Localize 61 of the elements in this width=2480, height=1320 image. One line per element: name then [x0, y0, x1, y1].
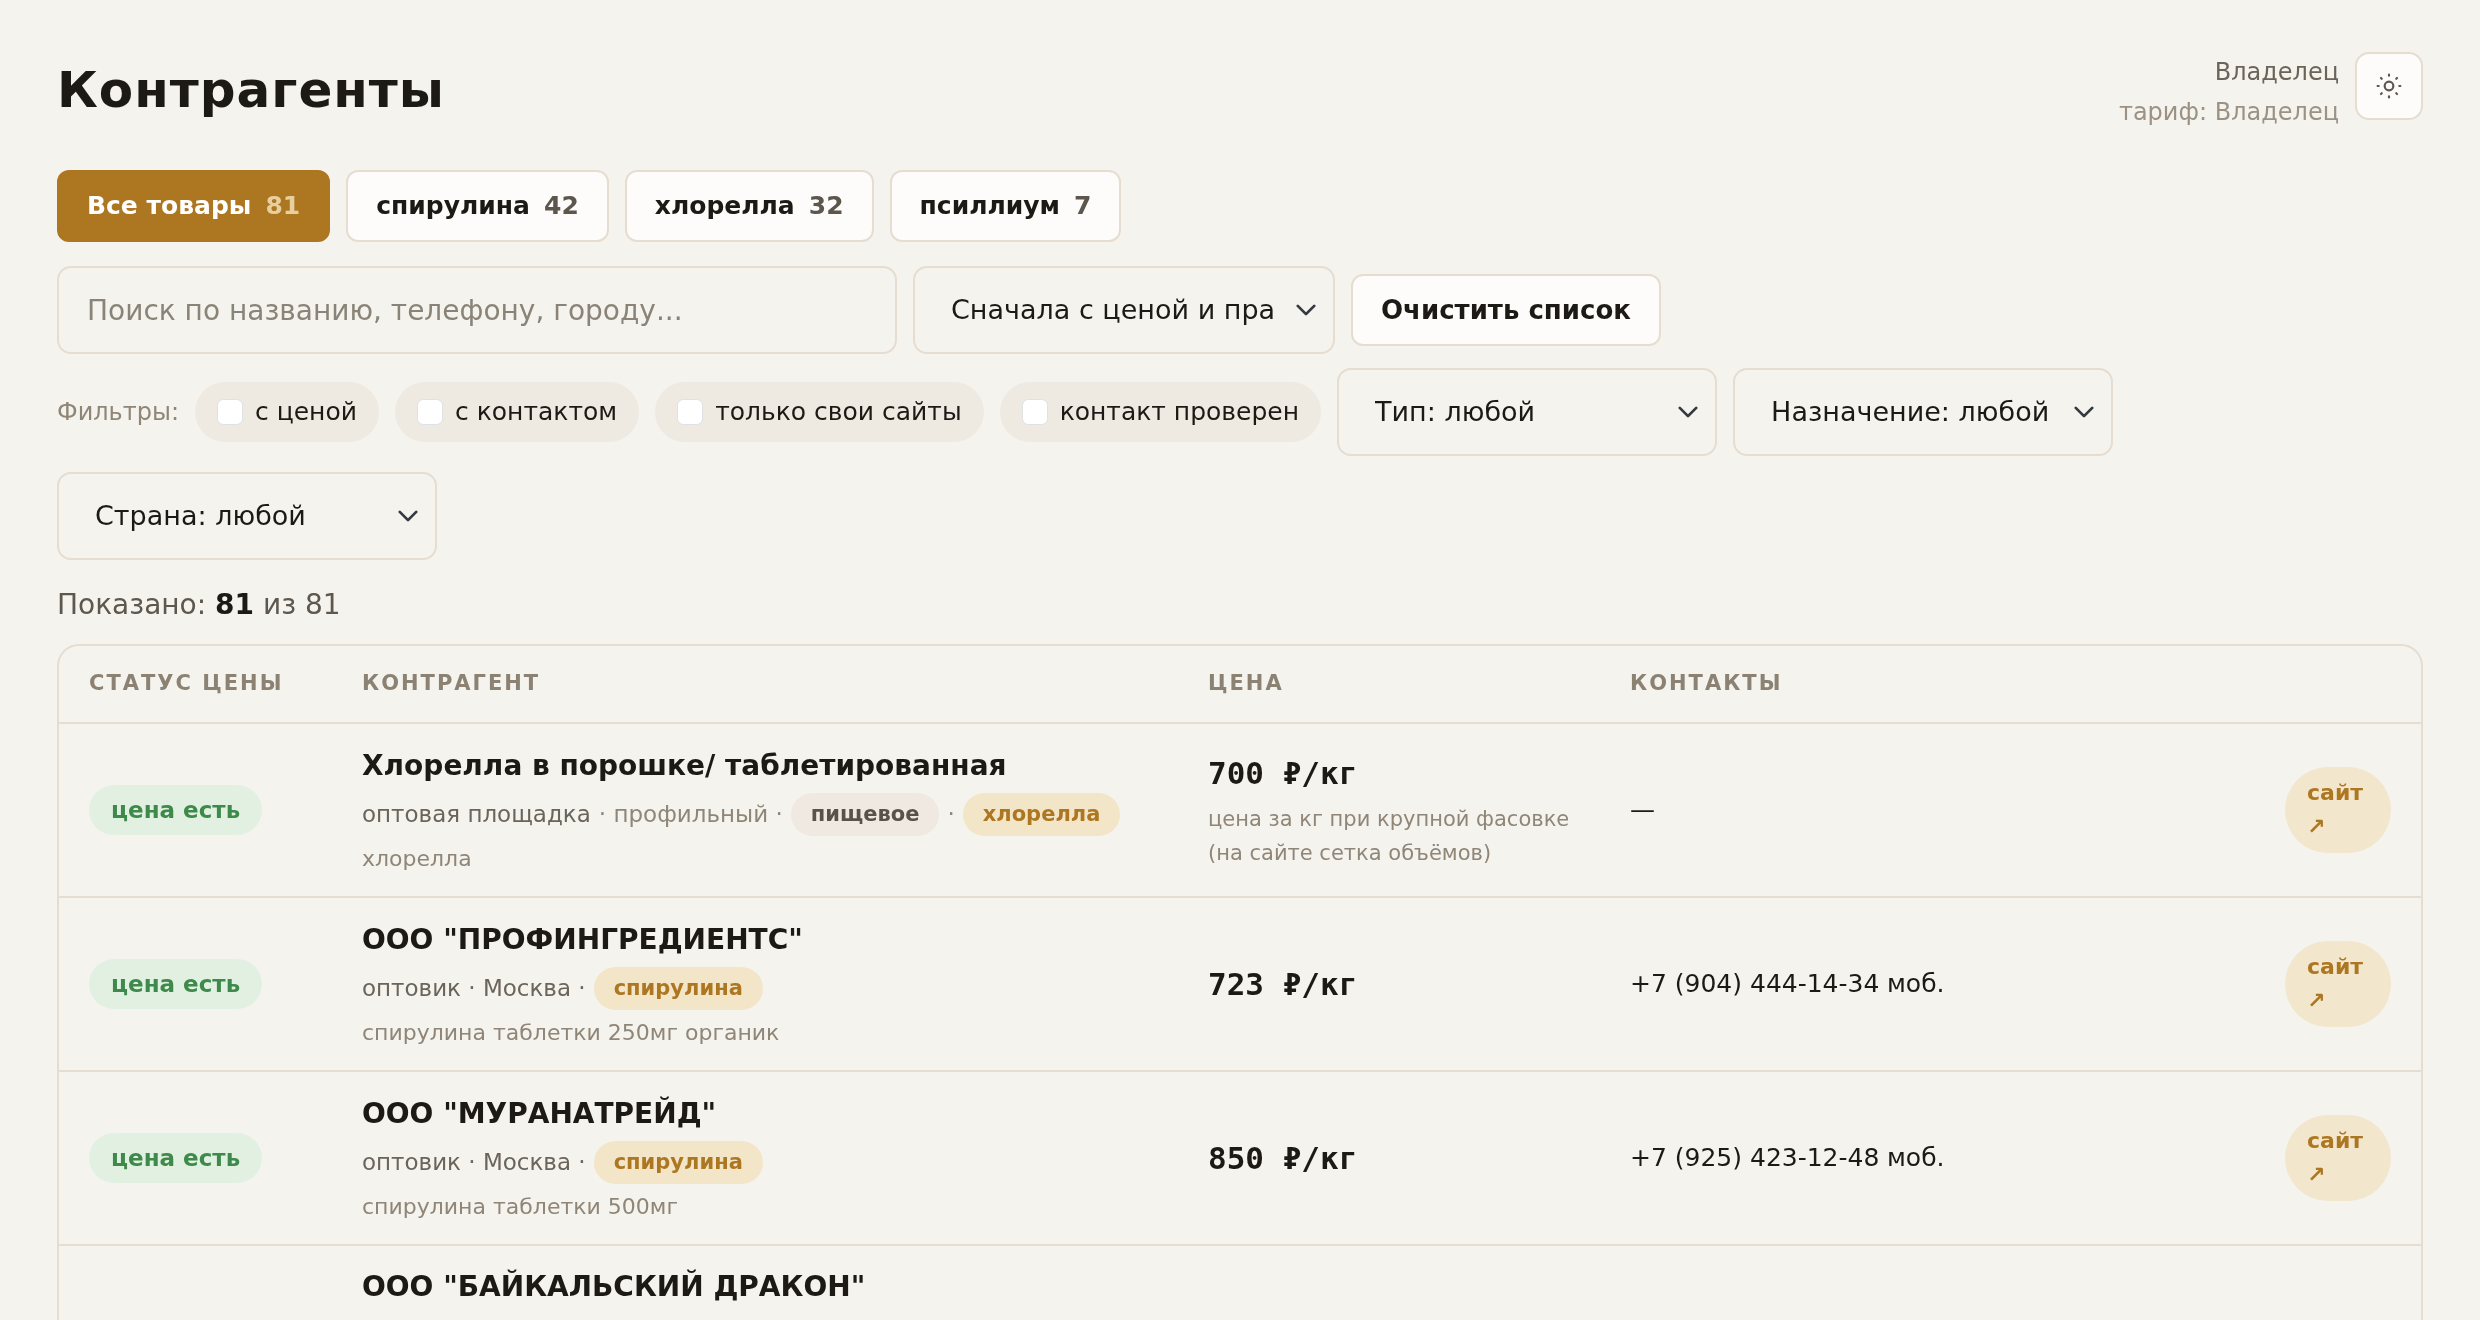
product-note: спирулина таблетки 500мг	[362, 1193, 679, 1222]
price-status-badge: цена есть	[89, 1132, 263, 1184]
filter-chip[interactable]: контакт проверен	[999, 382, 1322, 442]
filter-label: контакт проверен	[1059, 396, 1300, 429]
price-value: 723 ₽/кг	[1208, 964, 1359, 1004]
price-status-badge: цена есть	[89, 784, 263, 836]
meta-text: оптовик · Москва ·	[362, 974, 586, 1004]
column-header: КОНТАКТЫ	[1630, 670, 1784, 698]
product-tag: хлорелла	[962, 792, 1121, 837]
category-tab[interactable]: спирулина 42	[346, 170, 609, 242]
theme-toggle-button[interactable]	[2355, 52, 2423, 120]
product-note: хлорелла	[362, 845, 473, 874]
filter-select[interactable]: Назначение: любой	[1733, 368, 2114, 456]
filter-chip[interactable]: с контактом	[395, 382, 640, 442]
clear-list-button[interactable]: Очистить список	[1351, 274, 1661, 346]
checkbox[interactable]	[417, 399, 443, 425]
category-tab[interactable]: Все товары 81	[57, 170, 331, 242]
phone-number: +7 (925) 423-12-48	[1630, 1143, 1880, 1173]
filters-label: Фильтры:	[57, 397, 179, 428]
counterparty-name: ООО "МУРАНАТРЕЙД"	[362, 1095, 718, 1132]
page-title: Контрагенты	[57, 60, 446, 120]
product-note: спирулина таблетки 250мг органик	[362, 1019, 781, 1048]
column-header: КОНТРАГЕНТ	[362, 670, 542, 698]
product-tag: спирулина	[593, 966, 763, 1011]
filter-chip[interactable]: с ценой	[195, 382, 379, 442]
price-value: 850 ₽/кг	[1208, 1138, 1359, 1178]
shown-count: Показано: 81 из 81	[57, 587, 342, 623]
counterparty-name: ООО "ПРОФИНГРЕДИЕНТС"	[362, 921, 804, 958]
product-tag: пищевое	[790, 792, 940, 837]
phone-number: —	[1630, 795, 1655, 825]
price-status-badge: цена есть	[89, 958, 263, 1010]
meta-text: ·	[947, 800, 955, 830]
filter-label: только свои сайты	[715, 396, 962, 429]
checkbox[interactable]	[1021, 399, 1048, 425]
filter-label: с контактом	[455, 396, 618, 429]
phone-type: моб.	[1887, 1143, 1945, 1173]
filter-select[interactable]: Тип: любой	[1337, 368, 1718, 456]
search-field[interactable]: Поиск по названию, телефону, городу...	[57, 266, 897, 354]
phone-type: моб.	[1887, 969, 1945, 999]
filter-label: с ценой	[255, 396, 357, 429]
user-name: Владелец	[2213, 57, 2339, 88]
filter-chip[interactable]: только свои сайты	[655, 382, 984, 442]
column-header: ЦЕНА	[1208, 670, 1285, 698]
meta-text: оптовик · Москва ·	[362, 1148, 586, 1178]
category-tab[interactable]: псиллиум 7	[889, 170, 1122, 242]
counterparty-name: ООО "БАЙКАЛЬСКИЙ ДРАКОН"	[362, 1268, 867, 1305]
meta-text: оптовая площадка	[362, 800, 591, 830]
checkbox[interactable]	[217, 399, 243, 425]
sort-select[interactable]: Сначала с ценой и пра	[913, 266, 1335, 354]
plan-label: тариф: Владелец	[2118, 97, 2339, 128]
column-header: СТАТУС ЦЕНЫ	[89, 670, 285, 698]
checkbox[interactable]	[677, 399, 704, 425]
meta-text: · профильный ·	[598, 800, 783, 830]
price-note: цена за кг при крупной фасовке (на сайте сетка объёмов)	[1208, 806, 1571, 868]
sun-icon	[2376, 73, 2402, 99]
filter-select[interactable]: Страна: любой	[57, 472, 437, 560]
phone-number: +7 (904) 444-14-34	[1630, 969, 1880, 999]
category-tab[interactable]: хлорелла 32	[624, 170, 874, 242]
price-value: 700 ₽/кг	[1208, 753, 1359, 793]
counterparty-name: Хлорелла в порошке/ таблетированная	[362, 747, 1008, 784]
product-tag: спирулина	[593, 1140, 763, 1185]
